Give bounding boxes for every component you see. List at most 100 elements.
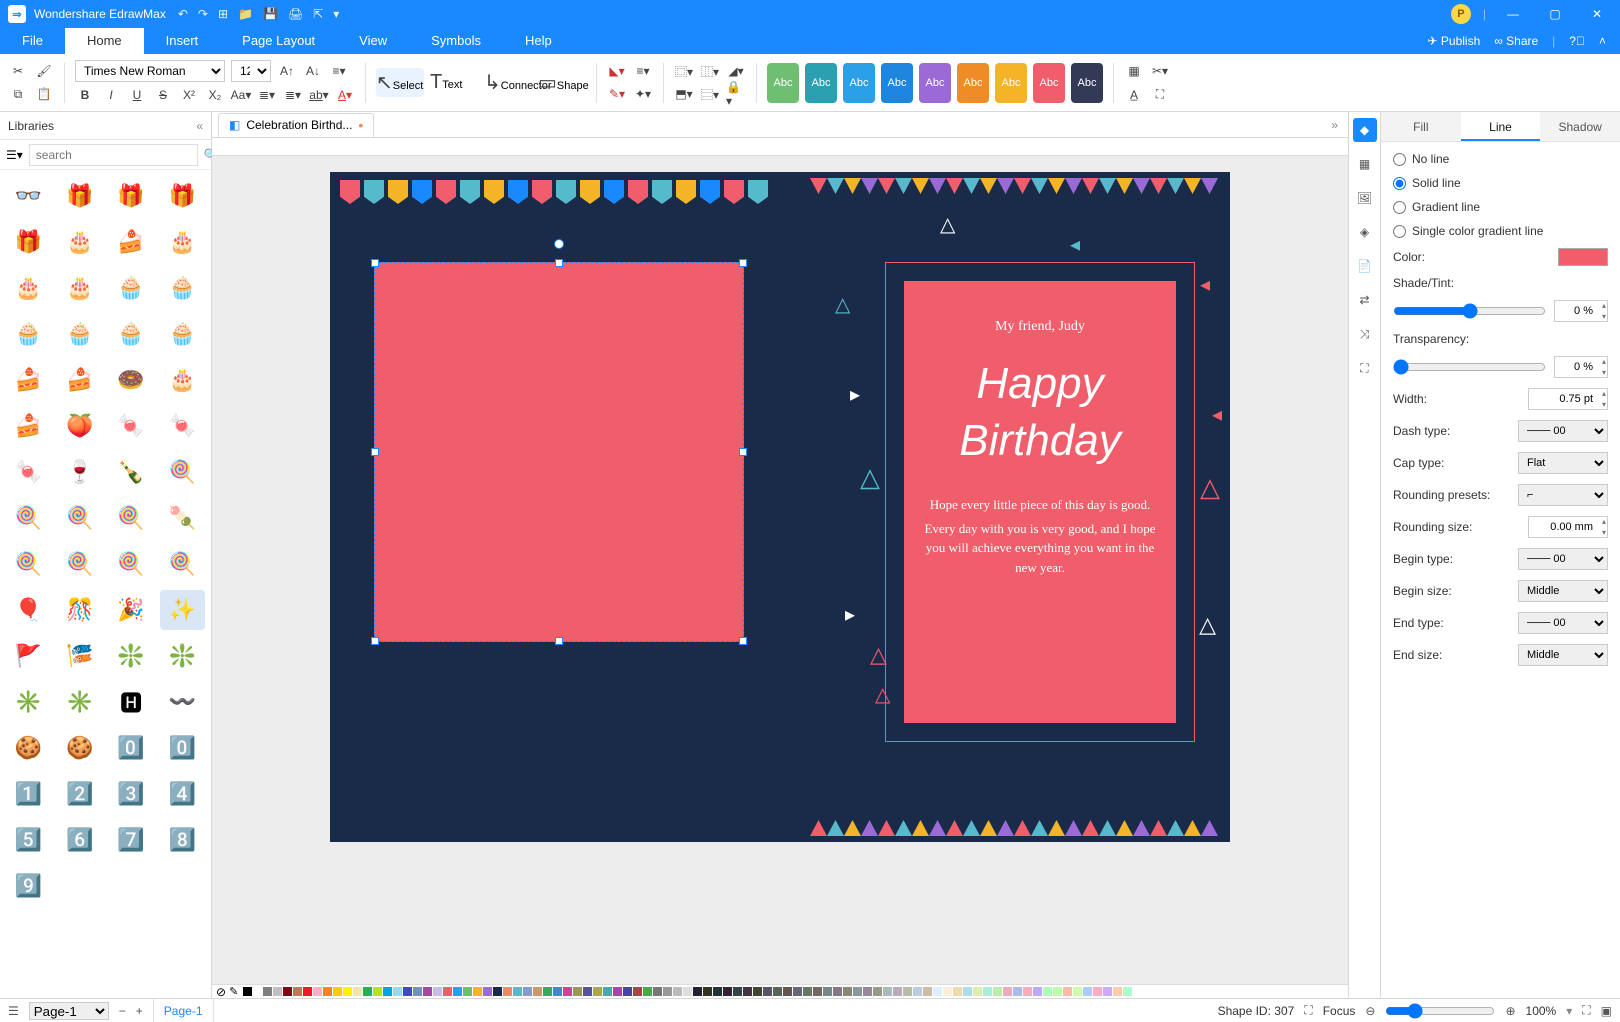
palette-color[interactable] [1023,987,1032,996]
end-type-select[interactable]: ─── 00 [1518,612,1608,634]
library-search-input[interactable] [29,144,198,166]
minimize-button[interactable]: — [1498,7,1528,21]
palette-color[interactable] [373,987,382,996]
palette-color[interactable] [983,987,992,996]
font-name-select[interactable]: Times New Roman [75,60,225,82]
remove-page-icon[interactable]: − [119,1004,126,1018]
resize-handle-s[interactable] [555,637,563,645]
palette-color[interactable] [483,987,492,996]
strike-icon[interactable]: S [153,85,173,105]
begin-size-select[interactable]: Middle [1518,580,1608,602]
palette-color[interactable] [403,987,412,996]
zoom-in-icon[interactable]: ⊕ [1505,1004,1515,1018]
library-item[interactable]: ❇️ [109,636,154,676]
library-item[interactable]: 4️⃣ [160,774,205,814]
palette-color[interactable] [443,987,452,996]
properties-icon[interactable]: ◆ [1353,118,1377,142]
palette-color[interactable] [913,987,922,996]
palette-color[interactable] [533,987,542,996]
page-tab[interactable]: Page-1 [153,999,214,1022]
palette-color[interactable] [1053,987,1062,996]
bring-front-icon[interactable]: ⬒▾ [674,84,694,104]
connector-tool[interactable]: ↳Connector [484,70,532,95]
palette-color[interactable] [843,987,852,996]
palette-color[interactable] [643,987,652,996]
image-icon[interactable]: 🖼 [1353,186,1377,210]
format-painter-icon[interactable]: 🖌 [34,61,54,81]
library-item[interactable]: ❇️ [160,636,205,676]
library-item[interactable]: 🍪 [57,728,102,768]
palette-color[interactable] [543,987,552,996]
palette-color[interactable] [673,987,682,996]
style-swatch[interactable]: Abc [1071,63,1103,103]
radio-solid-line[interactable]: Solid line [1393,176,1608,190]
library-item[interactable]: 0️⃣ [109,728,154,768]
library-item[interactable]: 🎂 [160,360,205,400]
palette-color[interactable] [603,987,612,996]
palette-color[interactable] [1083,987,1092,996]
library-item[interactable]: 🍰 [6,406,51,446]
cap-select[interactable]: Flat [1518,452,1608,474]
library-item[interactable]: 9️⃣ [6,866,51,906]
palette-color[interactable] [973,987,982,996]
library-item[interactable]: 🎁 [6,222,51,262]
selected-shape[interactable] [374,262,744,642]
palette-color[interactable] [773,987,782,996]
library-item[interactable]: 🧁 [6,314,51,354]
fit-icon[interactable]: ⛶ [1353,356,1377,380]
palette-color[interactable] [943,987,952,996]
palette-color[interactable] [743,987,752,996]
palette-color[interactable] [333,987,342,996]
palette-color[interactable] [683,987,692,996]
style-swatch[interactable]: Abc [995,63,1027,103]
palette-color[interactable] [893,987,902,996]
style-swatch[interactable]: Abc [919,63,951,103]
transparency-value[interactable] [1554,356,1608,378]
document-tab[interactable]: ◧ Celebration Birthd... • [218,113,374,137]
eyedropper-icon[interactable]: ✎ [229,985,238,998]
align-text-icon[interactable]: ≡▾ [329,61,349,81]
palette-color[interactable] [243,987,252,996]
text-style-icon[interactable]: A̲ [1124,85,1144,105]
palette-color[interactable] [1073,987,1082,996]
group-icon[interactable]: ⿴▾ [674,61,694,81]
palette-color[interactable] [363,987,372,996]
library-item[interactable]: 🧁 [109,314,154,354]
palette-color[interactable] [833,987,842,996]
close-button[interactable]: ✕ [1582,7,1612,21]
tab-page-layout[interactable]: Page Layout [220,28,337,54]
collapse-ribbon-icon[interactable]: ˄ [1599,34,1606,48]
font-color-icon[interactable]: A▾ [335,85,355,105]
palette-color[interactable] [963,987,972,996]
add-page-icon[interactable]: + [136,1004,143,1018]
library-item[interactable]: 〰️ [160,682,205,722]
library-item[interactable]: ✳️ [6,682,51,722]
line-color-swatch[interactable] [1558,248,1608,266]
fill-color-icon[interactable]: ◣▾ [607,61,627,81]
palette-color[interactable] [1123,987,1132,996]
tab-help[interactable]: Help [503,28,574,54]
style-swatch[interactable]: Abc [767,63,799,103]
palette-color[interactable] [823,987,832,996]
library-item[interactable]: 6️⃣ [57,820,102,860]
share-button[interactable]: ∞ Share [1494,34,1538,48]
end-size-select[interactable]: Middle [1518,644,1608,666]
library-item[interactable]: 🧁 [160,268,205,308]
palette-color[interactable] [1063,987,1072,996]
canvas-scroll[interactable]: △ ◂ △ ▸ △ ▴ ▸ △ △ ◂ ◂ △ △ △ My f [212,156,1348,984]
palette-color[interactable] [583,987,592,996]
library-item[interactable]: 🎈 [6,590,51,630]
case-icon[interactable]: Aa▾ [231,85,251,105]
page-list-icon[interactable]: ☰ [8,1004,19,1018]
library-item[interactable]: 🍭 [57,498,102,538]
palette-color[interactable] [653,987,662,996]
fullscreen-icon[interactable]: ▣ [1601,1004,1612,1018]
rotate-handle[interactable] [554,239,564,249]
tab-home[interactable]: Home [65,28,144,54]
library-item[interactable]: 🎂 [57,268,102,308]
library-item[interactable]: 🍬 [160,406,205,446]
font-size-select[interactable]: 12 [231,60,271,82]
palette-color[interactable] [573,987,582,996]
library-menu-icon[interactable]: ☰▾ [6,148,23,162]
library-item[interactable]: 🍷 [57,452,102,492]
